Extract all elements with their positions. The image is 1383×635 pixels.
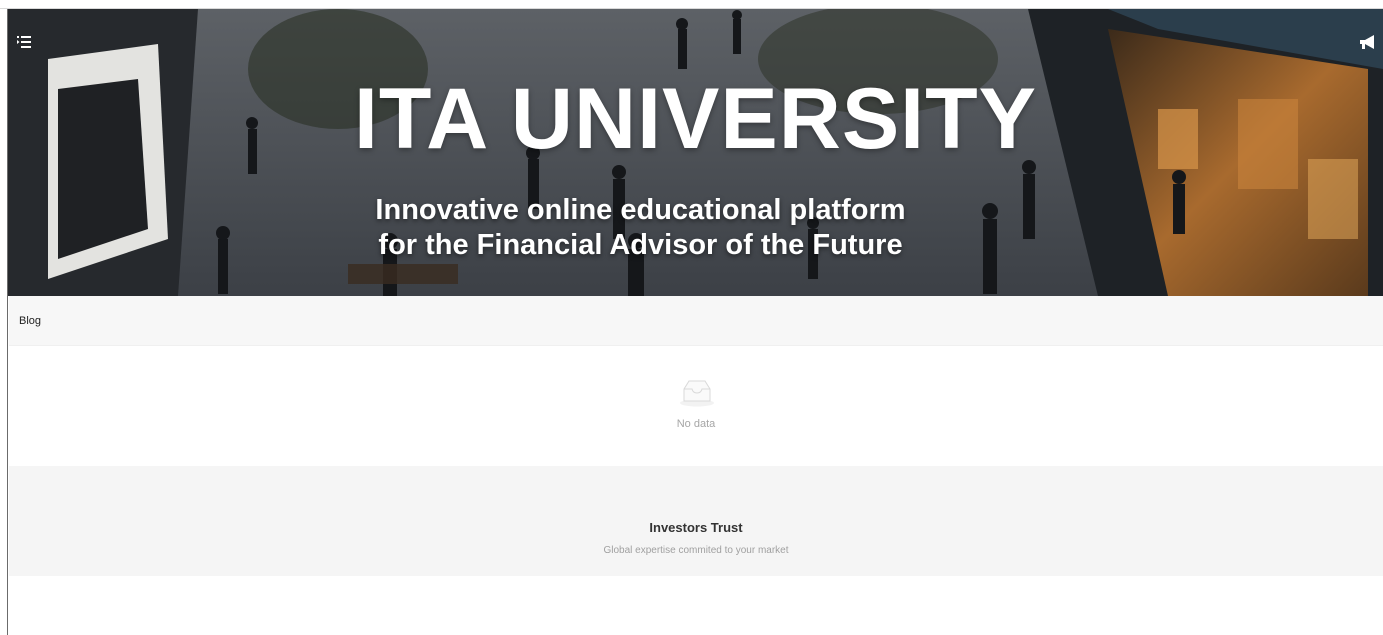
window-left-edge	[0, 9, 8, 635]
hero-subtitle-line-2: for the Financial Advisor of the Future	[378, 229, 903, 261]
blog-empty-state: No data	[9, 346, 1383, 466]
menu-list-icon[interactable]	[17, 35, 31, 49]
partner-section: Investors Trust Global expertise commite…	[9, 466, 1383, 576]
empty-inbox-icon	[680, 380, 714, 407]
megaphone-icon[interactable]	[1359, 35, 1377, 51]
window-top-edge	[0, 0, 1383, 9]
blog-title[interactable]: Blog	[19, 315, 41, 327]
hero-subtitle: Innovative online educational platform f…	[8, 193, 1383, 263]
blog-header-bar: Blog	[9, 296, 1383, 346]
partner-title: Investors Trust	[649, 520, 743, 535]
hero-subtitle-line-1: Innovative online educational platform	[375, 194, 906, 226]
empty-state-text: No data	[676, 418, 716, 430]
hero-title: ITA UNIVERSITY	[354, 71, 1037, 167]
partner-tagline: Global expertise commited to your market	[603, 545, 789, 556]
hero-banner: ITA UNIVERSITY Innovative online educati…	[8, 9, 1383, 296]
